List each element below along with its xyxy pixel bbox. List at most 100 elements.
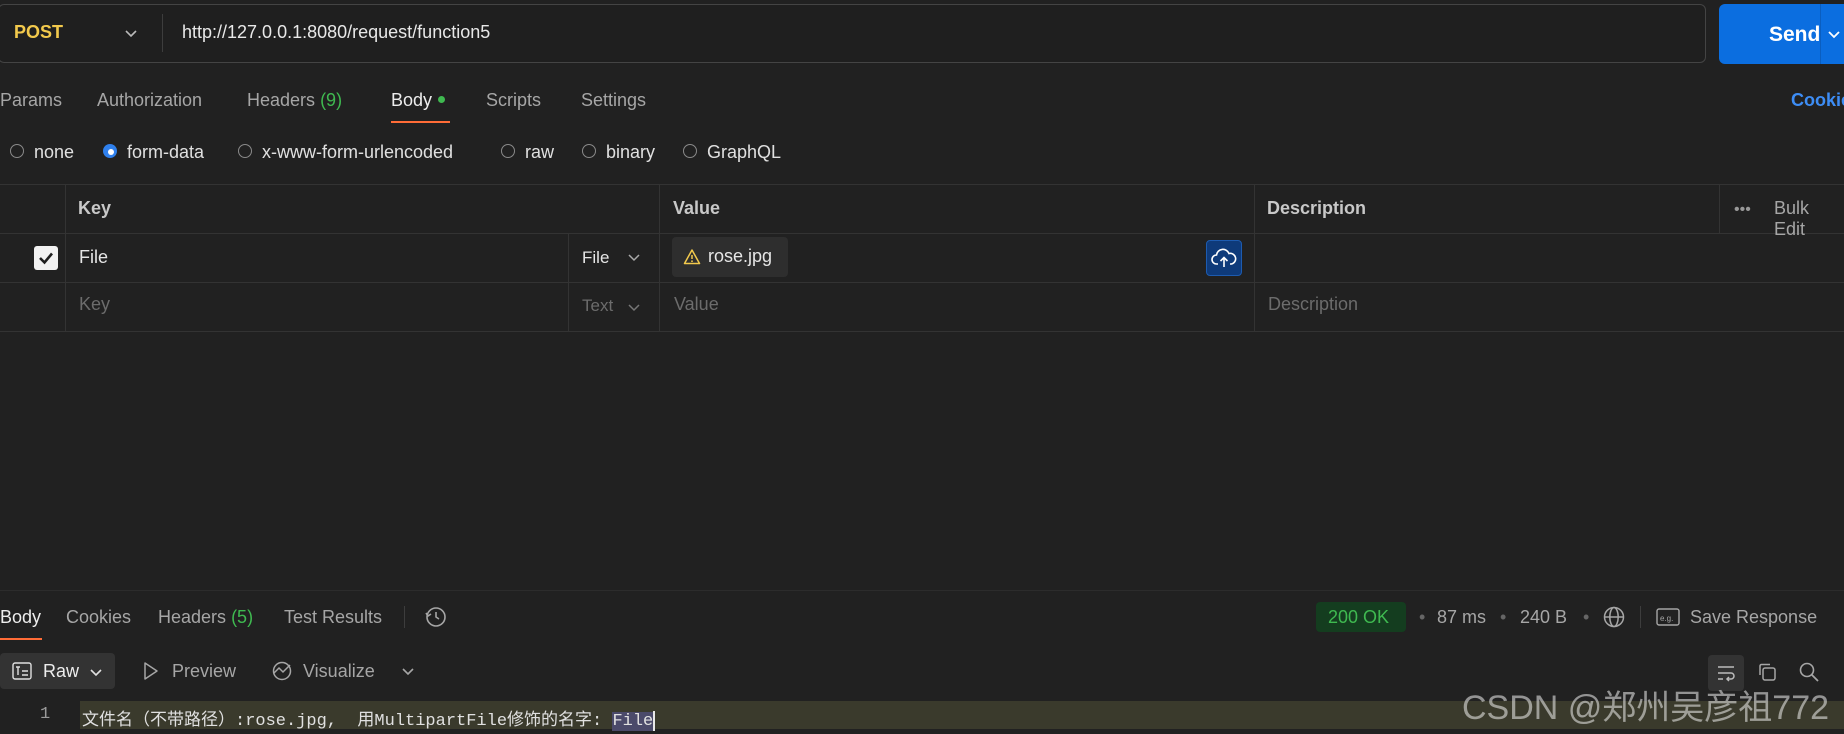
chevron-down-icon[interactable] — [122, 24, 140, 42]
radio-checked-icon — [103, 144, 117, 159]
raw-label: Raw — [43, 661, 80, 681]
key-cell[interactable]: File — [79, 247, 108, 268]
warning-icon — [683, 249, 701, 265]
response-headers-label: Headers — [158, 607, 227, 627]
globe-icon[interactable] — [1602, 605, 1626, 629]
active-tab-indicator — [0, 638, 42, 640]
visualize-button[interactable]: Visualize — [303, 661, 375, 682]
response-tab-cookies[interactable]: Cookies — [66, 607, 131, 628]
tab-headers[interactable]: Headers (9) — [247, 90, 342, 111]
chevron-down-icon[interactable] — [400, 663, 416, 679]
table-border — [568, 233, 569, 331]
response-time[interactable]: 87 ms — [1437, 607, 1486, 628]
radio-label: raw — [525, 142, 555, 162]
description-input[interactable]: Description — [1268, 294, 1358, 315]
radio-icon — [501, 144, 515, 159]
text-caret — [653, 710, 656, 731]
upload-file-button[interactable] — [1206, 240, 1242, 276]
selected-text: File — [612, 712, 654, 731]
radio-label: form-data — [127, 142, 205, 162]
separator-dot: • — [1583, 607, 1590, 627]
raw-format-button[interactable]: Raw — [0, 653, 115, 689]
tab-params[interactable]: Params — [0, 90, 62, 111]
preview-button[interactable]: Preview — [172, 661, 236, 682]
play-icon — [144, 662, 158, 680]
modified-dot — [438, 95, 446, 103]
tab-body[interactable]: Body — [391, 90, 446, 111]
radio-binary[interactable]: binary — [582, 142, 655, 163]
response-tab-test-results[interactable]: Test Results — [284, 607, 382, 628]
chevron-down-icon[interactable] — [1826, 26, 1842, 42]
headers-count: (9) — [320, 90, 343, 110]
radio-urlencoded[interactable]: x-www-form-urlencoded — [238, 142, 453, 163]
separator-dot: • — [1500, 607, 1507, 627]
method-select[interactable]: POST — [14, 22, 63, 43]
response-text: 文件名（不带路径）:rose.jpg, 用MultipartFile修饰的名字: — [82, 712, 613, 731]
radio-icon — [582, 144, 596, 159]
response-headers-count: (5) — [231, 607, 254, 627]
history-icon[interactable] — [424, 605, 448, 629]
example-icon: e.g. — [1656, 608, 1680, 626]
table-border — [0, 282, 1844, 283]
response-tab-body[interactable]: Body — [0, 607, 41, 628]
response-tab-headers[interactable]: Headers (5) — [158, 607, 253, 628]
divider — [404, 606, 405, 628]
radio-icon — [10, 144, 24, 159]
response-size[interactable]: 240 B — [1520, 607, 1567, 628]
table-border — [65, 184, 66, 331]
radio-none[interactable]: none — [10, 142, 74, 163]
radio-icon — [683, 144, 697, 159]
svg-text:e.g.: e.g. — [1660, 614, 1673, 623]
tab-body-label: Body — [391, 90, 433, 110]
chevron-down-icon[interactable] — [626, 249, 642, 265]
tab-settings[interactable]: Settings — [581, 90, 646, 111]
tab-authorization[interactable]: Authorization — [97, 90, 202, 111]
cookies-link[interactable]: Cookies — [1791, 90, 1844, 111]
tab-scripts[interactable]: Scripts — [486, 90, 541, 111]
radio-icon — [238, 144, 252, 159]
radio-label: none — [34, 142, 75, 162]
status-badge[interactable]: 200 OK — [1316, 602, 1406, 632]
radio-label: GraphQL — [707, 142, 782, 162]
key-input[interactable]: Key — [79, 294, 110, 315]
visualize-icon — [272, 661, 292, 681]
url-input[interactable]: http://127.0.0.1:8080/request/function5 — [182, 22, 490, 43]
table-border — [0, 184, 1844, 185]
response-body-line[interactable]: 文件名（不带路径）:rose.jpg, 用MultipartFile修饰的名字:… — [82, 705, 656, 731]
chevron-down-icon — [90, 669, 102, 677]
table-border — [659, 184, 660, 331]
text-format-icon — [12, 662, 32, 680]
divider — [1640, 606, 1641, 628]
bulk-edit-button[interactable]: Bulk Edit — [1774, 198, 1844, 240]
table-border — [0, 233, 1844, 234]
row-enabled-checkbox[interactable] — [34, 246, 58, 270]
table-border — [0, 331, 1844, 332]
radio-graphql[interactable]: GraphQL — [683, 142, 781, 163]
send-split-divider — [1820, 4, 1821, 64]
type-select[interactable]: File — [582, 248, 609, 268]
file-chip[interactable]: rose.jpg — [672, 237, 788, 277]
radio-label: binary — [606, 142, 656, 162]
status-code: 200 OK — [1328, 607, 1390, 627]
divider — [162, 14, 163, 52]
column-header-description: Description — [1267, 198, 1367, 218]
active-tab-indicator — [391, 121, 450, 123]
radio-label: x-www-form-urlencoded — [262, 142, 454, 162]
watermark: CSDN @郑州吴彦祖772 — [1462, 689, 1830, 727]
file-name: rose.jpg — [708, 246, 773, 266]
radio-form-data[interactable]: form-data — [103, 142, 204, 163]
pane-divider[interactable] — [0, 590, 1844, 591]
column-header-value: Value — [673, 198, 721, 218]
line-number: 1 — [40, 705, 51, 724]
save-response-button[interactable]: Save Response — [1690, 607, 1817, 628]
radio-raw[interactable]: raw — [501, 142, 554, 163]
table-border — [1254, 184, 1255, 331]
value-input[interactable]: Value — [674, 294, 719, 315]
send-button-label: Send — [1769, 23, 1821, 46]
cloud-upload-icon — [1211, 248, 1237, 267]
separator-dot: • — [1419, 607, 1426, 627]
chevron-down-icon[interactable] — [626, 299, 642, 315]
table-border — [1719, 184, 1720, 233]
type-select[interactable]: Text — [582, 296, 613, 316]
more-options-icon[interactable]: ••• — [1734, 201, 1751, 219]
